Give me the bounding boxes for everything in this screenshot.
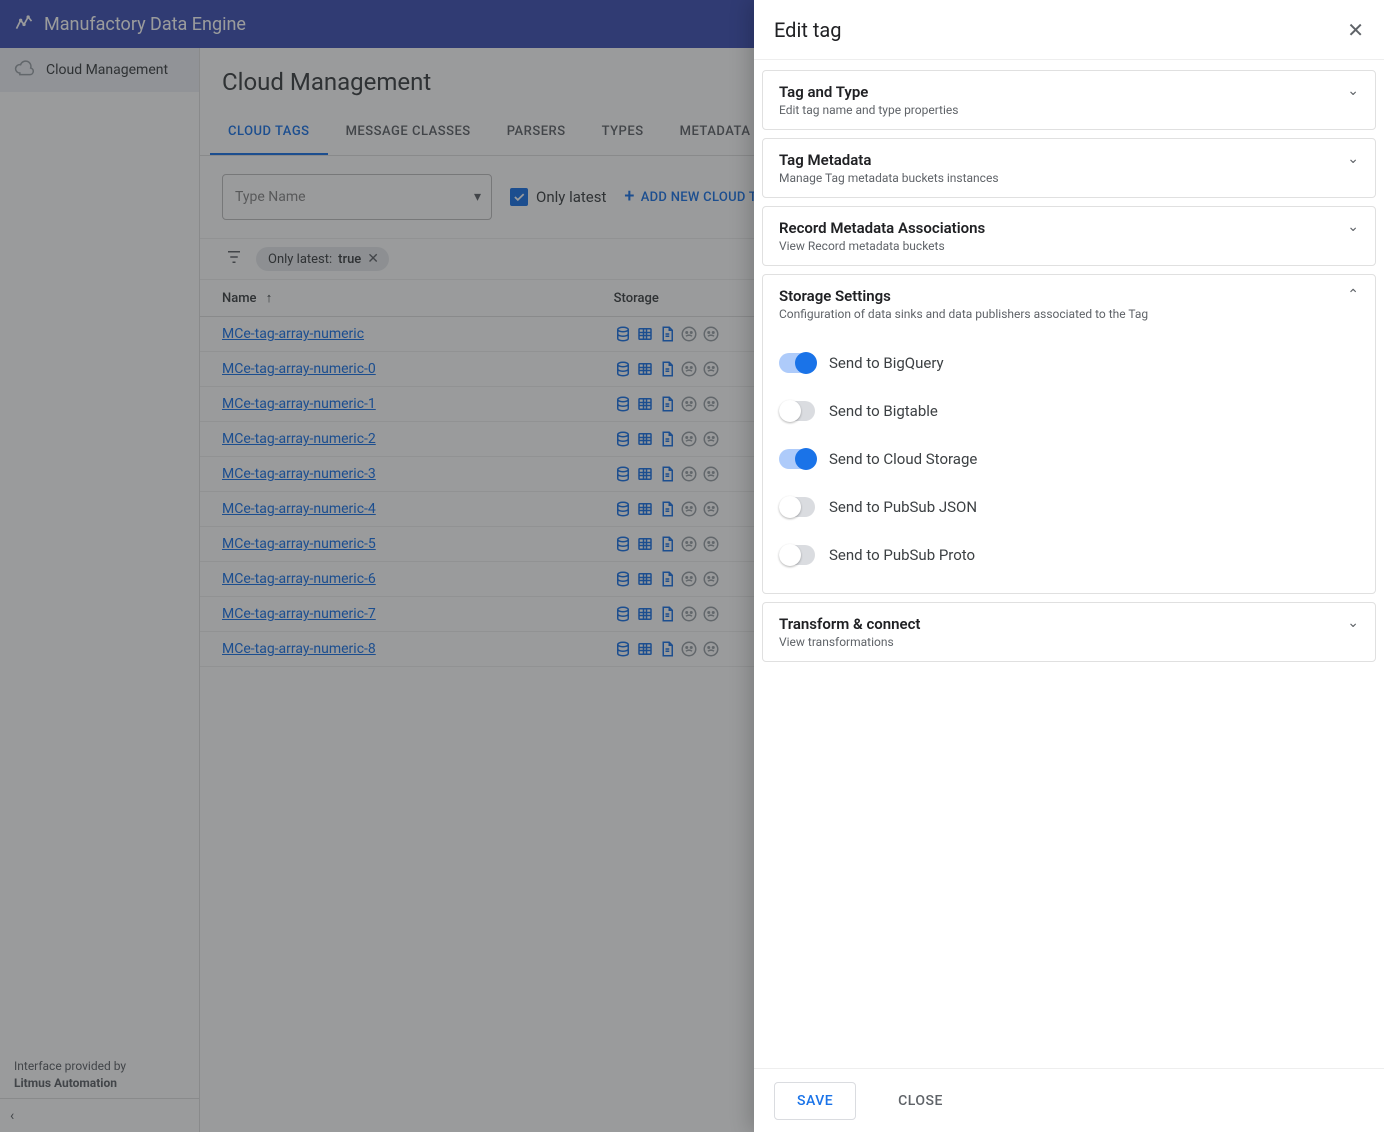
toggle-label: Send to PubSub Proto [829, 546, 975, 564]
panel-transform-connect-header[interactable]: Transform & connect View transformations… [763, 603, 1375, 661]
drawer-title: Edit tag [774, 18, 841, 42]
toggle-switch[interactable] [779, 353, 815, 373]
storage-toggles: Send to BigQuery Send to Bigtable Send to … [763, 333, 1375, 593]
toggle-label: Send to Cloud Storage [829, 450, 977, 468]
save-button[interactable]: SAVE [774, 1082, 856, 1120]
panel-subtitle: Manage Tag metadata buckets instances [779, 171, 999, 185]
panel-title: Tag Metadata [779, 151, 999, 169]
storage-toggle-row: Send to Cloud Storage [779, 435, 1359, 483]
panel-title: Record Metadata Associations [779, 219, 985, 237]
toggle-switch[interactable] [779, 449, 815, 469]
chevron-up-icon: ⌃ [1347, 287, 1359, 303]
panel-title: Transform & connect [779, 615, 920, 633]
chevron-down-icon: ⌄ [1347, 615, 1359, 631]
chevron-down-icon: ⌄ [1347, 83, 1359, 99]
panel-subtitle: View Record metadata buckets [779, 239, 985, 253]
panel-tag-metadata: Tag Metadata Manage Tag metadata buckets… [762, 138, 1376, 198]
toggle-switch[interactable] [779, 401, 815, 421]
storage-toggle-row: Send to BigQuery [779, 339, 1359, 387]
storage-toggle-row: Send to PubSub Proto [779, 531, 1359, 579]
panel-title: Storage Settings [779, 287, 1148, 305]
toggle-switch[interactable] [779, 497, 815, 517]
panel-subtitle: Edit tag name and type properties [779, 103, 958, 117]
panel-tag-metadata-header[interactable]: Tag Metadata Manage Tag metadata buckets… [763, 139, 1375, 197]
close-button[interactable]: CLOSE [876, 1082, 965, 1120]
chevron-down-icon: ⌄ [1347, 151, 1359, 167]
close-icon[interactable]: ✕ [1347, 18, 1364, 42]
toggle-switch[interactable] [779, 545, 815, 565]
panel-subtitle: Configuration of data sinks and data pub… [779, 307, 1148, 321]
panel-storage-settings-header[interactable]: Storage Settings Configuration of data s… [763, 275, 1375, 333]
toggle-label: Send to BigQuery [829, 354, 944, 372]
toggle-label: Send to Bigtable [829, 402, 938, 420]
panel-transform-connect: Transform & connect View transformations… [762, 602, 1376, 662]
panel-tag-and-type-header[interactable]: Tag and Type Edit tag name and type prop… [763, 71, 1375, 129]
toggle-label: Send to PubSub JSON [829, 498, 977, 516]
drawer-footer: SAVE CLOSE [754, 1068, 1384, 1132]
panel-title: Tag and Type [779, 83, 958, 101]
panel-storage-settings: Storage Settings Configuration of data s… [762, 274, 1376, 594]
panel-record-metadata-header[interactable]: Record Metadata Associations View Record… [763, 207, 1375, 265]
panel-tag-and-type: Tag and Type Edit tag name and type prop… [762, 70, 1376, 130]
edit-tag-drawer: Edit tag ✕ Tag and Type Edit tag name an… [754, 0, 1384, 1132]
panel-subtitle: View transformations [779, 635, 920, 649]
drawer-header: Edit tag ✕ [754, 0, 1384, 60]
panel-record-metadata: Record Metadata Associations View Record… [762, 206, 1376, 266]
storage-toggle-row: Send to Bigtable [779, 387, 1359, 435]
storage-toggle-row: Send to PubSub JSON [779, 483, 1359, 531]
chevron-down-icon: ⌄ [1347, 219, 1359, 235]
drawer-body: Tag and Type Edit tag name and type prop… [754, 60, 1384, 1068]
